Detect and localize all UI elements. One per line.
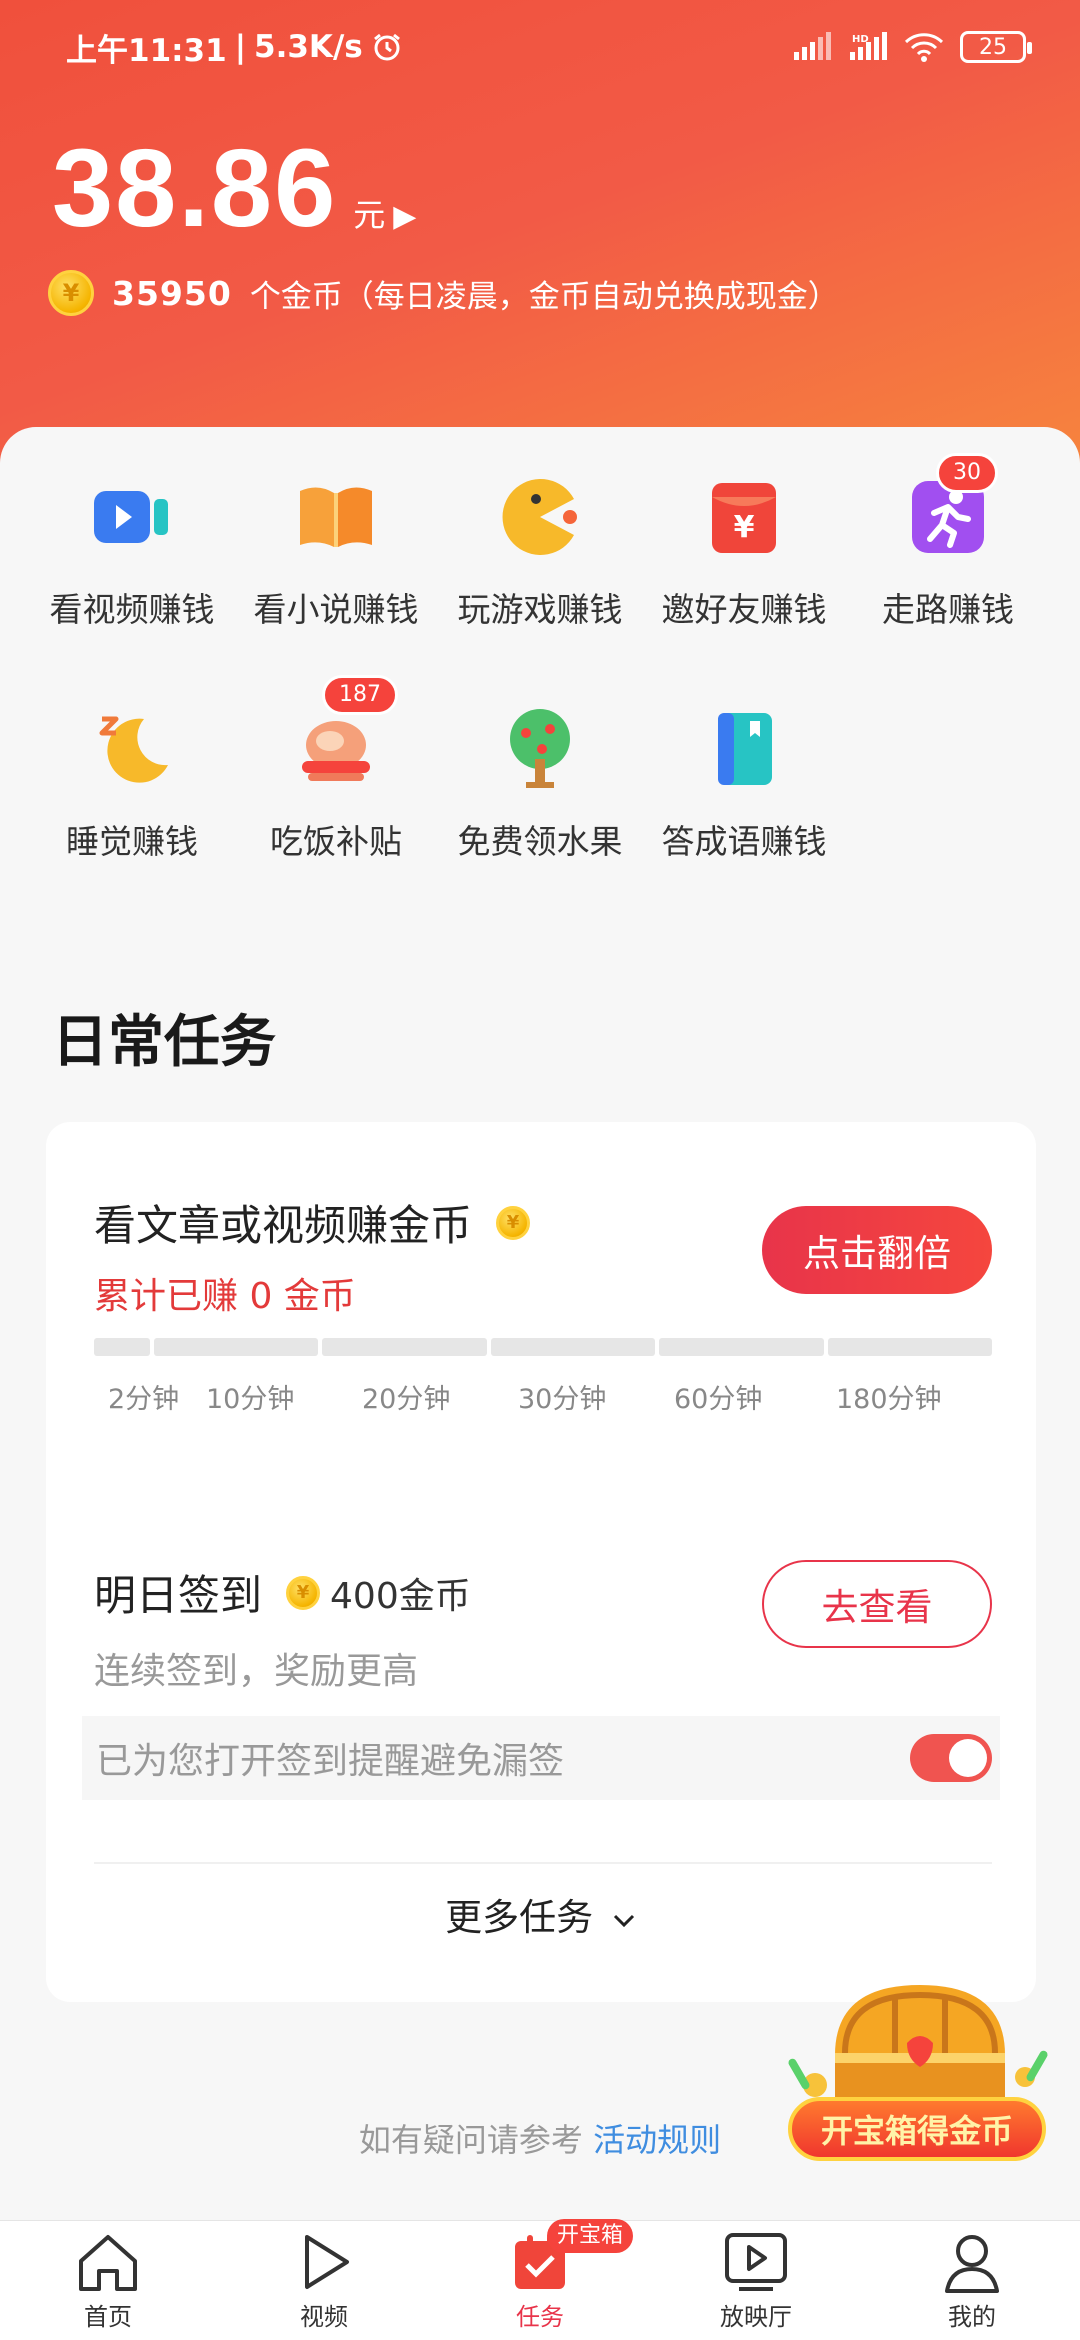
- tab-profile[interactable]: 我的: [897, 2229, 1047, 2332]
- profile-icon: [937, 2229, 1007, 2295]
- coin-description: 个金币（每日凌晨，金币自动兑换成现金）: [249, 278, 839, 315]
- signin-reminder-toggle[interactable]: [910, 1734, 992, 1782]
- tick-label: 180分钟: [836, 1384, 942, 1415]
- theater-icon: [721, 2229, 791, 2295]
- signal-icon: [794, 32, 831, 60]
- activity-rules-link[interactable]: 活动规则: [593, 2121, 721, 2159]
- read-task-earned: 累计已赚 0 金币: [94, 1276, 356, 1317]
- tick-label: 10分钟: [206, 1384, 295, 1415]
- daily-task-card: 看文章或视频赚金币 ¥ 累计已赚 0 金币 点击翻倍 2分钟 10分钟 20分钟…: [46, 1122, 1036, 2002]
- grid-item-sleep[interactable]: 睡觉赚钱: [30, 699, 234, 863]
- signin-title: 明日签到: [94, 1571, 263, 1620]
- wifi-icon: [904, 33, 944, 62]
- book-icon: [286, 467, 386, 567]
- red-envelope-icon: ¥: [694, 467, 794, 567]
- status-time: 上午11:31: [66, 32, 227, 69]
- grid-item-idiom[interactable]: 答成语赚钱: [642, 699, 846, 863]
- tick-label: 30分钟: [518, 1384, 607, 1415]
- chicken-icon: 187: [286, 675, 398, 799]
- grid-item-fruit[interactable]: 免费领水果: [438, 699, 642, 863]
- pacman-icon: [490, 467, 590, 567]
- coin-icon: ¥: [286, 1575, 321, 1610]
- tick-label: 2分钟: [108, 1384, 180, 1415]
- grid-item-meal[interactable]: 187 吃饭补贴: [234, 675, 438, 863]
- tab-tasks-badge: 开宝箱: [547, 2219, 634, 2253]
- balance-unit: 元: [353, 196, 386, 234]
- coin-count: 35950: [112, 273, 232, 313]
- signin-reminder-row: 已为您打开签到提醒避免漏签: [82, 1716, 1000, 1800]
- coin-icon: ¥: [496, 1205, 531, 1240]
- battery-icon: 25: [960, 31, 1032, 63]
- running-icon: 30: [898, 453, 998, 567]
- grid-item-invite[interactable]: ¥ 邀好友赚钱: [642, 467, 846, 631]
- hd-signal-icon: HD: [850, 32, 887, 60]
- bottom-tab-bar: 首页 视频 开宝箱 任务 放映厅 我的: [0, 2219, 1080, 2340]
- chevron-down-icon: [613, 1914, 634, 1928]
- moon-icon: [82, 699, 182, 799]
- signin-reminder-text: 已为您打开签到提醒避免漏签: [96, 1741, 565, 1782]
- balance[interactable]: 38.86 元 ▶: [52, 125, 416, 252]
- grid-item-video[interactable]: 看视频赚钱: [30, 467, 234, 631]
- meal-badge: 187: [322, 675, 398, 715]
- reading-progress-bar: [94, 1338, 993, 1356]
- grid-item-novel[interactable]: 看小说赚钱: [234, 467, 438, 631]
- tab-video[interactable]: 视频: [249, 2229, 399, 2332]
- idiom-book-icon: [694, 699, 794, 799]
- walk-badge: 30: [936, 453, 998, 493]
- home-icon: [73, 2229, 143, 2295]
- alarm-icon: [373, 33, 400, 61]
- status-speed: 5.3K/s: [254, 29, 363, 65]
- view-signin-button[interactable]: 去查看: [762, 1560, 992, 1648]
- divider: [94, 1862, 992, 1864]
- fruit-tree-icon: [490, 699, 590, 799]
- svg-text:¥: ¥: [734, 510, 755, 545]
- coin-icon: ¥: [48, 270, 94, 316]
- progress-ticks: 2分钟 10分钟 20分钟 30分钟 60分钟 180分钟: [94, 1377, 1004, 1417]
- double-reward-button[interactable]: 点击翻倍: [762, 1206, 992, 1294]
- read-task-title: 看文章或视频赚金币: [94, 1201, 473, 1250]
- tick-label: 20分钟: [362, 1384, 451, 1415]
- balance-amount: 38.86: [52, 127, 338, 250]
- tab-tasks[interactable]: 开宝箱 任务: [465, 2219, 634, 2332]
- tick-label: 60分钟: [674, 1384, 763, 1415]
- grid-item-game[interactable]: 玩游戏赚钱: [438, 467, 642, 631]
- grid-item-walk[interactable]: 30 走路赚钱: [846, 453, 1050, 631]
- treasure-chest-button[interactable]: 开宝箱得金币: [788, 2097, 1046, 2161]
- signin-reward: 400金币: [330, 1575, 471, 1617]
- coin-balance-line: ¥ 35950 个金币（每日凌晨，金币自动兑换成现金）: [48, 270, 839, 316]
- video-icon: [82, 467, 182, 567]
- chevron-right-icon: ▶: [393, 199, 417, 234]
- signin-subtitle: 连续签到，奖励更高: [94, 1651, 419, 1692]
- status-bar: 上午11:31 | 5.3K/s HD 25: [66, 22, 1032, 72]
- more-tasks-button[interactable]: 更多任务: [46, 1887, 1036, 1941]
- play-icon: [289, 2229, 359, 2295]
- tab-home[interactable]: 首页: [33, 2229, 183, 2332]
- section-title-daily-tasks: 日常任务: [52, 1010, 276, 1075]
- tab-theater[interactable]: 放映厅: [681, 2229, 831, 2332]
